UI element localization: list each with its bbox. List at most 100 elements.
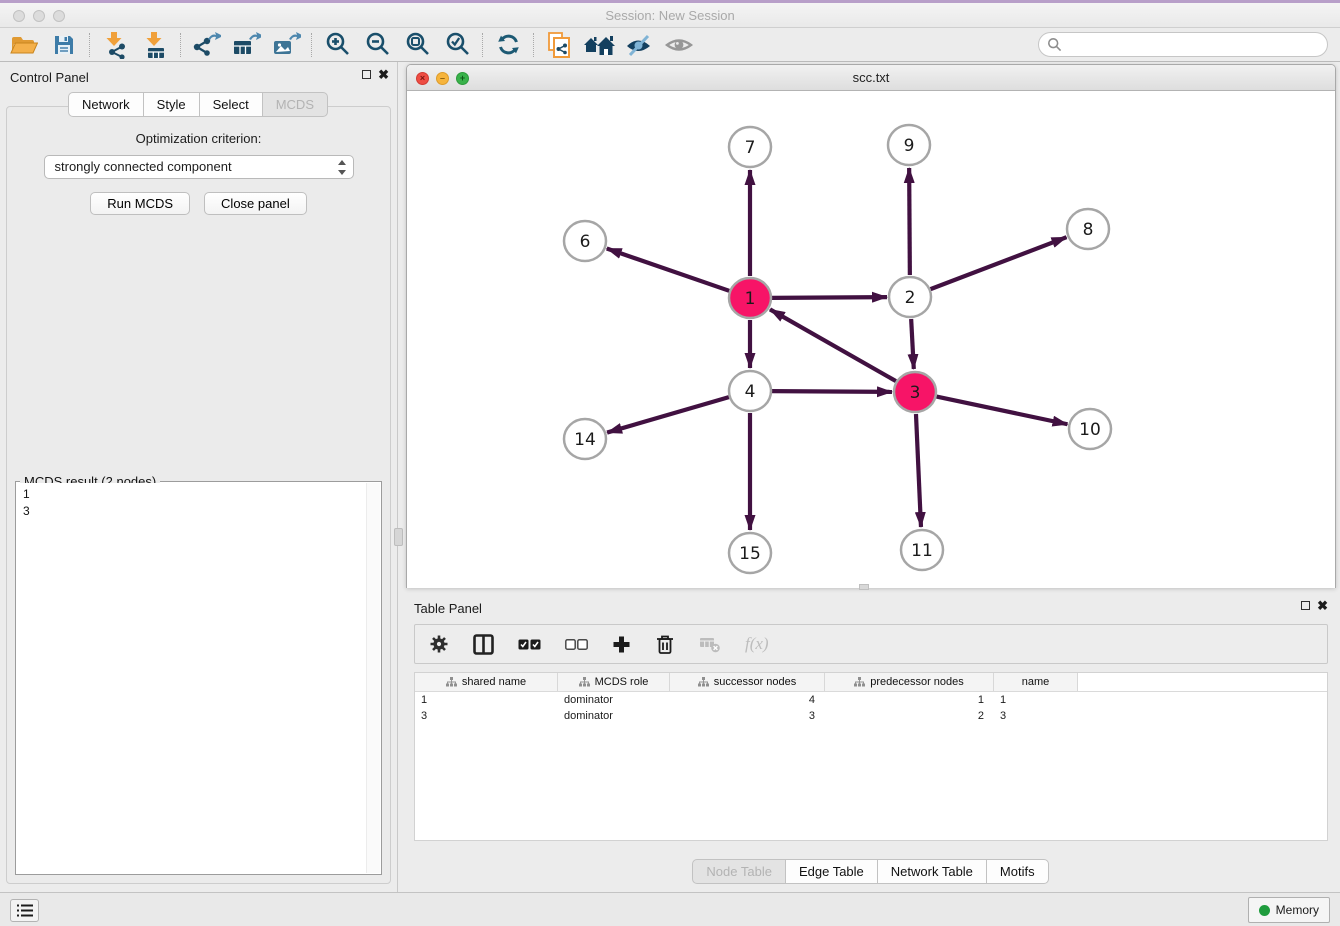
toolbar-separator xyxy=(533,33,534,57)
graph-node-label: 14 xyxy=(574,430,596,450)
network-canvas[interactable]: 1 2 3 4 6 7 8 9 10 11 14 15 xyxy=(407,91,1335,588)
graph-edge-2-9[interactable] xyxy=(909,168,910,275)
cell-name: 1 xyxy=(994,694,1078,706)
column-label: name xyxy=(1022,676,1050,688)
minimize-icon[interactable]: – xyxy=(436,72,449,85)
graph-node-label: 8 xyxy=(1083,220,1094,240)
zoom-fit-icon[interactable] xyxy=(397,30,437,60)
tab-node-table[interactable]: Node Table xyxy=(692,859,786,884)
tab-network[interactable]: Network xyxy=(68,92,144,117)
tab-edge-table[interactable]: Edge Table xyxy=(785,859,878,884)
graph-node-label: 4 xyxy=(745,382,756,402)
export-image-icon[interactable] xyxy=(266,30,306,60)
close-icon[interactable]: × xyxy=(416,72,429,85)
float-panel-icon[interactable] xyxy=(1301,601,1310,610)
column-header-mcds-role[interactable]: MCDS role xyxy=(558,673,670,691)
network-file-icon[interactable] xyxy=(539,30,579,60)
graph-node-label: 6 xyxy=(580,232,591,252)
control-panel-tabs: Network Style Select MCDS xyxy=(0,92,397,117)
import-network-icon[interactable] xyxy=(95,30,135,60)
graph-edge-1-6[interactable] xyxy=(607,249,729,291)
graph-node-9[interactable]: 9 xyxy=(888,125,930,165)
cell-shared-name: 1 xyxy=(415,694,558,706)
table-row[interactable]: 1 dominator 4 1 1 xyxy=(415,692,1327,708)
graph-node-11[interactable]: 11 xyxy=(901,530,943,570)
delete-icon[interactable] xyxy=(655,632,675,656)
cell-successor-nodes: 4 xyxy=(670,694,825,706)
maximize-icon[interactable]: + xyxy=(456,72,469,85)
export-network-icon[interactable] xyxy=(186,30,226,60)
search-field[interactable] xyxy=(1038,32,1328,57)
delete-table-icon[interactable] xyxy=(699,632,721,656)
graph-edge-3-10[interactable] xyxy=(937,397,1068,425)
network-window-titlebar[interactable]: × – + scc.txt xyxy=(407,65,1335,91)
tab-mcds[interactable]: MCDS xyxy=(262,92,328,117)
column-header-shared-name[interactable]: shared name xyxy=(415,673,558,691)
zoom-selected-icon[interactable] xyxy=(437,30,477,60)
graph-node-2[interactable]: 2 xyxy=(889,277,931,317)
graph-node-label: 10 xyxy=(1079,420,1101,440)
float-panel-icon[interactable] xyxy=(362,70,371,79)
refresh-icon[interactable] xyxy=(488,30,528,60)
run-mcds-button[interactable]: Run MCDS xyxy=(90,192,190,215)
close-panel-icon[interactable]: ✖ xyxy=(378,69,389,80)
tab-style[interactable]: Style xyxy=(143,92,200,117)
result-line: 1 xyxy=(23,486,374,503)
optimization-criterion-select[interactable]: strongly connected component xyxy=(44,155,354,179)
hide-icon[interactable] xyxy=(619,30,659,60)
column-header-name[interactable]: name xyxy=(994,673,1078,691)
export-table-icon[interactable] xyxy=(226,30,266,60)
graph-edge-3-1[interactable] xyxy=(770,309,896,381)
graph-node-7[interactable]: 7 xyxy=(729,127,771,167)
graph-node-8[interactable]: 8 xyxy=(1067,209,1109,249)
table-row[interactable]: 3 dominator 3 2 3 xyxy=(415,708,1327,724)
show-icon[interactable] xyxy=(659,30,699,60)
graph-edge-1-2[interactable] xyxy=(772,297,887,298)
graph-node-14[interactable]: 14 xyxy=(564,419,606,459)
graph-edge-2-3[interactable] xyxy=(911,319,914,369)
zoom-out-icon[interactable] xyxy=(357,30,397,60)
tab-select[interactable]: Select xyxy=(199,92,263,117)
graph-node-3[interactable]: 3 xyxy=(894,372,936,412)
column-header-successor-nodes[interactable]: successor nodes xyxy=(670,673,825,691)
zoom-in-icon[interactable] xyxy=(317,30,357,60)
column-label: MCDS role xyxy=(595,676,649,688)
graph-edge-3-11[interactable] xyxy=(916,414,921,527)
select-all-icon[interactable] xyxy=(518,632,541,656)
status-bar: Memory xyxy=(0,892,1340,926)
task-history-button[interactable] xyxy=(10,899,39,922)
deselect-all-icon[interactable] xyxy=(565,632,588,656)
memory-status-icon xyxy=(1259,905,1270,916)
splitter-handle[interactable] xyxy=(859,584,869,590)
tab-motifs[interactable]: Motifs xyxy=(986,859,1049,884)
close-panel-button[interactable]: Close panel xyxy=(204,192,307,215)
function-icon[interactable]: f(x) xyxy=(745,632,769,656)
graph-edge-4-14[interactable] xyxy=(607,397,729,432)
open-session-icon[interactable] xyxy=(4,30,44,60)
graph-node-label: 7 xyxy=(745,138,756,158)
splitter-handle[interactable] xyxy=(394,528,403,546)
gear-icon[interactable] xyxy=(429,632,449,656)
graph-node-15[interactable]: 15 xyxy=(729,533,771,573)
import-table-icon[interactable] xyxy=(135,30,175,60)
graph-node-1[interactable]: 1 xyxy=(729,278,771,318)
add-icon[interactable] xyxy=(612,632,631,656)
graph-node-10[interactable]: 10 xyxy=(1069,409,1111,449)
save-session-icon[interactable] xyxy=(44,30,84,60)
column-header-predecessor-nodes[interactable]: predecessor nodes xyxy=(825,673,994,691)
memory-button[interactable]: Memory xyxy=(1248,897,1330,923)
search-input[interactable] xyxy=(1066,37,1327,52)
chevron-updown-icon xyxy=(336,159,348,176)
graph-edge-4-3[interactable] xyxy=(772,391,892,392)
graph-node-label: 11 xyxy=(911,541,933,561)
scrollbar[interactable] xyxy=(366,483,380,873)
close-panel-icon[interactable]: ✖ xyxy=(1317,600,1328,611)
mcds-result-list[interactable]: 1 3 xyxy=(17,483,380,873)
tab-network-table[interactable]: Network Table xyxy=(877,859,987,884)
graph-node-6[interactable]: 6 xyxy=(564,221,606,261)
graph-edge-2-8[interactable] xyxy=(931,237,1067,289)
columns-icon[interactable] xyxy=(473,632,494,656)
app-titlebar: Session: New Session xyxy=(0,0,1340,28)
home-icon[interactable] xyxy=(579,30,619,60)
graph-node-4[interactable]: 4 xyxy=(729,371,771,411)
